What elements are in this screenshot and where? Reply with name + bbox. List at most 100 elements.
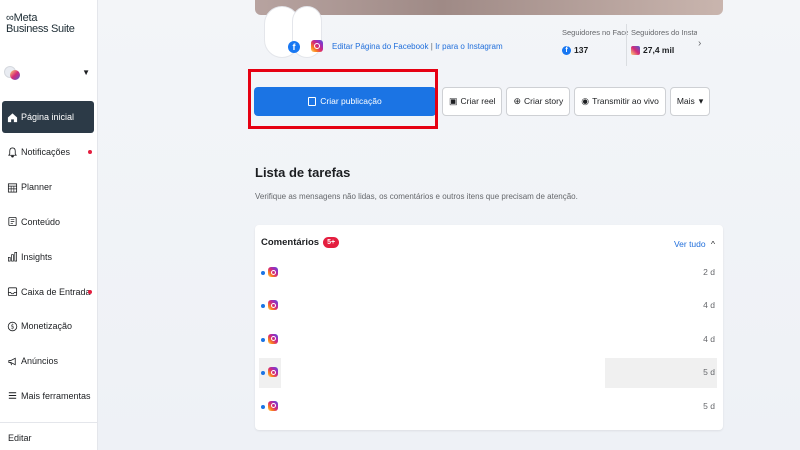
section-title: Lista de tarefas	[255, 165, 351, 180]
comment-row[interactable]: 4 d	[255, 324, 723, 357]
comments-title: Comentários	[261, 237, 320, 248]
follower-stats: Seguidores no Face... f 137 Seguidores d…	[558, 24, 697, 66]
sidebar-item-label: Mais ferramentas	[21, 390, 91, 401]
sidebar-item-label: Insights	[21, 251, 53, 262]
bell-icon	[6, 146, 18, 158]
sidebar-item-home[interactable]: Página inicial	[2, 101, 94, 133]
stat-label: Seguidores no Face...	[562, 28, 628, 37]
edit-nav-button[interactable]: Editar	[0, 422, 98, 450]
notification-dot	[88, 150, 92, 155]
instagram-icon	[631, 45, 640, 55]
sidebar-item-label: Página inicial	[21, 112, 75, 122]
sidebar-item-notifications[interactable]: Notificações	[0, 135, 98, 170]
sidebar-item-label: Anúncios	[21, 356, 59, 367]
link-separator: |	[430, 42, 433, 51]
unread-dot	[261, 337, 265, 342]
unread-dot	[261, 304, 265, 309]
sidebar-item-inbox[interactable]: Caixa de Entrada	[0, 274, 98, 309]
comment-time: 2 d	[703, 267, 715, 277]
sidebar: ∞Meta Business Suite ▼ Página inicial No…	[0, 0, 98, 450]
profile-links: Editar Página do Facebook | Ir para o In…	[332, 42, 503, 51]
stat-value: f 137	[562, 45, 626, 55]
comment-row[interactable]: 5 d	[255, 357, 723, 390]
sidebar-item-label: Conteúdo	[21, 216, 61, 227]
instagram-icon	[268, 333, 278, 344]
facebook-icon: f	[288, 41, 300, 53]
account-switcher[interactable]: ▼	[4, 64, 92, 84]
comment-time: 5 d	[703, 400, 715, 411]
facebook-followers-count: 137	[574, 45, 589, 55]
sidebar-item-label: Monetização	[21, 321, 73, 332]
sidebar-item-planner[interactable]: Planner	[0, 170, 98, 205]
sidebar-item-label: Planner	[21, 182, 53, 193]
dollar-icon: $	[6, 320, 18, 332]
main-content: f Editar Página do Facebook | Ir para o …	[98, 0, 800, 450]
calendar-icon	[6, 181, 18, 193]
sidebar-item-ads[interactable]: Anúncios	[0, 344, 98, 379]
highlight-box	[248, 69, 438, 129]
chevron-down-icon: ▾	[698, 95, 704, 106]
comment-row[interactable]: 5 d	[255, 391, 723, 424]
inbox-icon	[6, 286, 18, 298]
more-label: Mais	[676, 96, 695, 106]
cover-photo	[255, 0, 723, 15]
instagram-followers-count: 27,4 mil	[643, 45, 675, 55]
account-avatar	[4, 66, 22, 82]
create-story-label: Criar story	[524, 96, 564, 106]
comment-list: 2 d 4 d 4 d 5 d 5 d	[255, 257, 723, 424]
instagram-icon	[268, 400, 278, 411]
go-live-button[interactable]: ◉ Transmitir ao vivo	[574, 86, 666, 116]
instagram-icon	[268, 267, 278, 277]
sidebar-item-insights[interactable]: Insights	[0, 239, 98, 274]
document-icon	[6, 216, 18, 228]
create-reel-label: Criar reel	[460, 96, 496, 106]
unread-dot	[261, 271, 265, 275]
hover-highlight	[605, 358, 717, 389]
create-story-button[interactable]: ⊕ Criar story	[506, 86, 571, 116]
instagram-icon	[268, 367, 278, 378]
sidebar-item-monetization[interactable]: $ Monetização	[0, 309, 98, 344]
create-reel-button[interactable]: ▣ Criar reel	[442, 86, 503, 116]
chart-icon	[6, 251, 18, 263]
more-actions-dropdown[interactable]: Mais ▾	[669, 86, 711, 116]
chevron-up-icon: ^	[711, 239, 715, 249]
chevron-down-icon: ▼	[82, 68, 90, 77]
edit-label: Editar	[8, 433, 32, 443]
sidebar-item-label: Notificações	[21, 147, 71, 158]
section-subtitle: Verifique as mensagens não lidas, os com…	[255, 192, 578, 201]
story-icon: ⊕	[513, 95, 522, 106]
see-all-link[interactable]: Ver tudo ^	[674, 239, 715, 249]
go-live-label: Transmitir ao vivo	[592, 96, 659, 106]
stat-label: Seguidores do Insta...	[631, 28, 697, 37]
facebook-icon: f	[562, 45, 571, 55]
notification-dot	[88, 289, 92, 294]
svg-text:$: $	[10, 323, 14, 330]
sidebar-item-label: Caixa de Entrada	[21, 286, 91, 297]
comment-row[interactable]: 2 d	[255, 257, 723, 290]
comment-time: 4 d	[703, 300, 715, 311]
reel-icon: ▣	[449, 95, 458, 106]
megaphone-icon	[6, 355, 18, 367]
facebook-followers-stat[interactable]: Seguidores no Face... f 137	[558, 24, 628, 66]
instagram-icon	[268, 300, 278, 311]
sidebar-item-more-tools[interactable]: Mais ferramentas	[0, 379, 98, 414]
comments-card: Comentários 5+ Ver tudo ^ 2 d 4 d 4 d 5 …	[255, 225, 723, 430]
brand-name: Business Suite	[6, 23, 75, 35]
menu-icon	[6, 390, 18, 402]
sidebar-item-content[interactable]: Conteúdo	[0, 205, 98, 240]
stat-value: 27,4 mil	[631, 45, 694, 55]
chevron-right-icon[interactable]: ›	[698, 38, 701, 49]
see-all-label: Ver tudo	[673, 239, 706, 249]
instagram-followers-stat[interactable]: Seguidores do Insta... 27,4 mil	[626, 24, 697, 66]
instagram-icon	[311, 40, 323, 52]
go-to-instagram-link[interactable]: Ir para o Instagram	[435, 42, 503, 51]
comment-time: 5 d	[703, 367, 715, 378]
edit-facebook-page-link[interactable]: Editar Página do Facebook	[332, 42, 429, 51]
meta-business-suite-logo[interactable]: ∞Meta Business Suite	[6, 12, 96, 35]
comment-row[interactable]: 4 d	[255, 290, 723, 323]
sidebar-nav: Página inicial Notificações Planner Cont…	[0, 100, 98, 413]
count-badge: 5+	[323, 237, 340, 248]
unread-dot	[261, 404, 265, 409]
live-icon: ◉	[581, 95, 590, 106]
comment-time: 4 d	[703, 333, 715, 344]
